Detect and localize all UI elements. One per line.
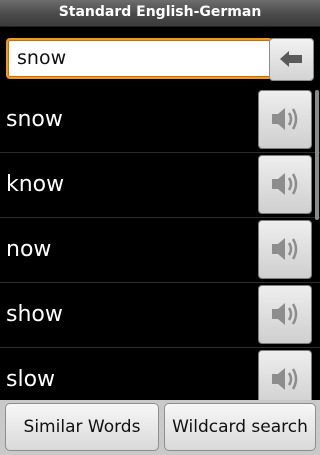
speaker-icon	[272, 303, 298, 325]
result-word[interactable]: snow	[6, 88, 63, 152]
speak-button[interactable]	[258, 155, 312, 214]
app-title: Standard English-German	[0, 0, 320, 27]
speak-button[interactable]	[258, 220, 312, 279]
result-word[interactable]: show	[6, 283, 63, 347]
search-row: snow	[0, 34, 320, 84]
search-input[interactable]: snow	[6, 38, 273, 79]
result-word[interactable]: now	[6, 218, 51, 282]
speaker-icon	[272, 238, 298, 260]
backspace-arrow-icon	[280, 51, 302, 67]
list-item[interactable]: slow	[0, 348, 320, 400]
wildcard-search-button[interactable]: Wildcard search	[164, 403, 316, 451]
result-word[interactable]: know	[6, 153, 64, 217]
result-word[interactable]: slow	[6, 348, 55, 400]
list-scrollbar[interactable]	[315, 90, 319, 220]
speak-button[interactable]	[258, 285, 312, 344]
speaker-icon	[272, 173, 298, 195]
results-list: snow know now show slow	[0, 88, 320, 400]
speaker-icon	[272, 368, 298, 390]
speak-button[interactable]	[258, 90, 312, 149]
list-item[interactable]: snow	[0, 88, 320, 153]
backspace-button[interactable]	[269, 38, 314, 81]
list-item[interactable]: know	[0, 153, 320, 218]
list-item[interactable]: now	[0, 218, 320, 283]
similar-words-button[interactable]: Similar Words	[5, 403, 159, 451]
list-item[interactable]: show	[0, 283, 320, 348]
speak-button[interactable]	[258, 350, 312, 400]
bottom-bar: Similar Words Wildcard search	[0, 400, 320, 455]
speaker-icon	[272, 108, 298, 130]
